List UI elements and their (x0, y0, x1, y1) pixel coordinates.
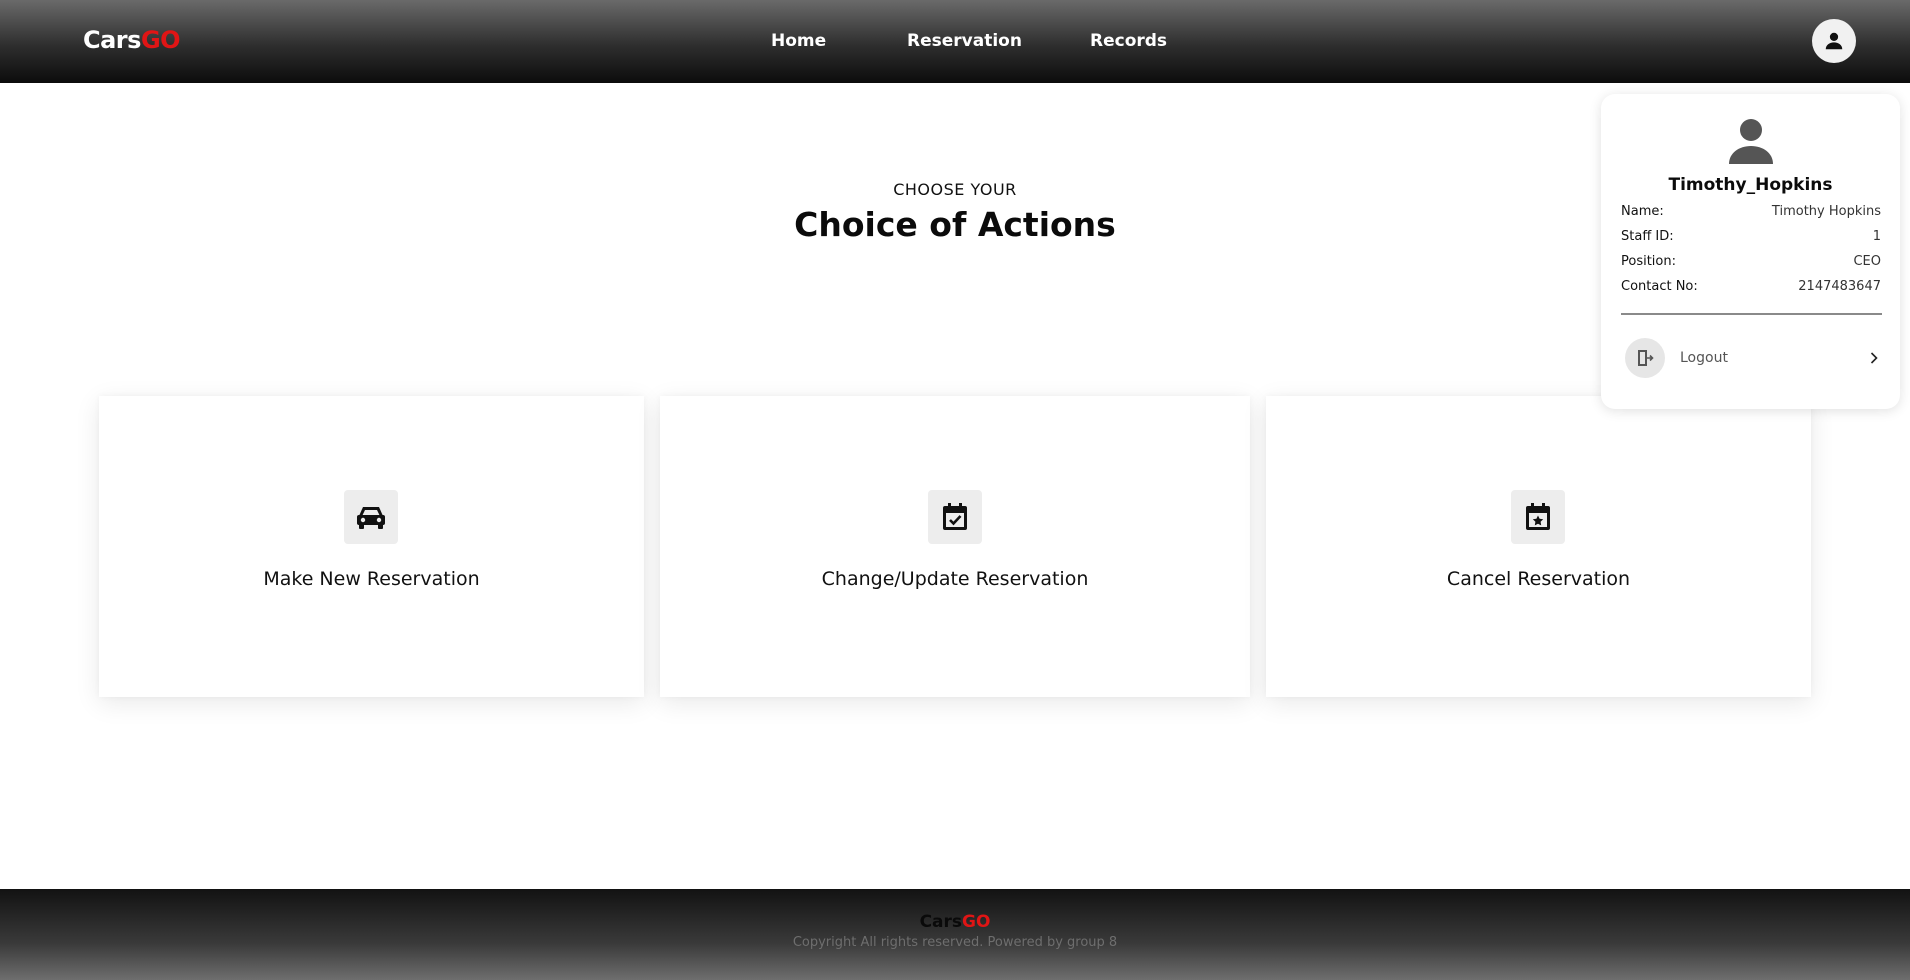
car-icon (357, 507, 385, 529)
nav-reservation-link[interactable]: Reservation (907, 31, 1022, 51)
nav-home-link[interactable]: Home (771, 31, 826, 51)
make-new-reservation-card[interactable]: Make New Reservation (99, 396, 644, 697)
cancel-reservation-card[interactable]: Cancel Reservation (1266, 396, 1811, 697)
profile-position-key: Position: (1621, 254, 1676, 269)
profile-staff-id-row: Staff ID: 1 (1621, 229, 1881, 249)
copyright-text: Copyright All rights reserved. Powered b… (792, 935, 1118, 950)
card-icon-box (344, 490, 398, 544)
profile-contact-row: Contact No: 2147483647 (1621, 279, 1881, 299)
calendar-star-icon (1526, 503, 1550, 530)
change-update-reservation-card[interactable]: Change/Update Reservation (660, 396, 1250, 697)
door-exit-icon (1638, 350, 1654, 366)
profile-username: Timothy_Hopkins (1668, 175, 1833, 195)
logout-label: Logout (1680, 350, 1728, 366)
logout-icon-circle (1625, 338, 1665, 378)
brand-logo[interactable]: CarsGO (83, 26, 181, 54)
footer-logo-cars: Cars (919, 912, 963, 932)
profile-name-value: Timothy Hopkins (1771, 204, 1881, 219)
profile-position-value: CEO (1853, 254, 1881, 269)
footer-logo-go: GO (962, 912, 991, 932)
profile-dropdown: Timothy_Hopkins Name: Timothy Hopkins St… (1601, 94, 1900, 409)
card-label: Make New Reservation (263, 568, 480, 590)
logo-text-go: GO (140, 26, 181, 54)
profile-name-key: Name: (1621, 204, 1664, 219)
logo-text-cars: Cars (83, 26, 141, 54)
card-label: Change/Update Reservation (821, 568, 1089, 590)
chevron-right-icon (1870, 352, 1878, 364)
card-icon-box (1511, 490, 1565, 544)
footer-logo: CarsGO (0, 912, 1910, 932)
top-navbar: CarsGO Home Reservation Records (0, 0, 1910, 83)
profile-menu-button[interactable] (1812, 19, 1856, 63)
nav-records-link[interactable]: Records (1090, 31, 1167, 51)
card-icon-box (928, 490, 982, 544)
calendar-check-icon (943, 503, 967, 530)
profile-name-row: Name: Timothy Hopkins (1621, 204, 1881, 224)
footer: CarsGO Copyright All rights reserved. Po… (0, 889, 1910, 980)
card-label: Cancel Reservation (1446, 568, 1631, 590)
user-avatar-icon (1729, 119, 1773, 164)
profile-staff-id-key: Staff ID: (1621, 229, 1674, 244)
profile-contact-value: 2147483647 (1798, 279, 1881, 294)
user-icon (1825, 32, 1843, 50)
profile-divider (1621, 313, 1882, 315)
profile-position-row: Position: CEO (1621, 254, 1881, 274)
profile-staff-id-value: 1 (1872, 229, 1881, 244)
profile-contact-key: Contact No: (1621, 279, 1698, 294)
logout-button[interactable]: Logout (1625, 337, 1881, 379)
